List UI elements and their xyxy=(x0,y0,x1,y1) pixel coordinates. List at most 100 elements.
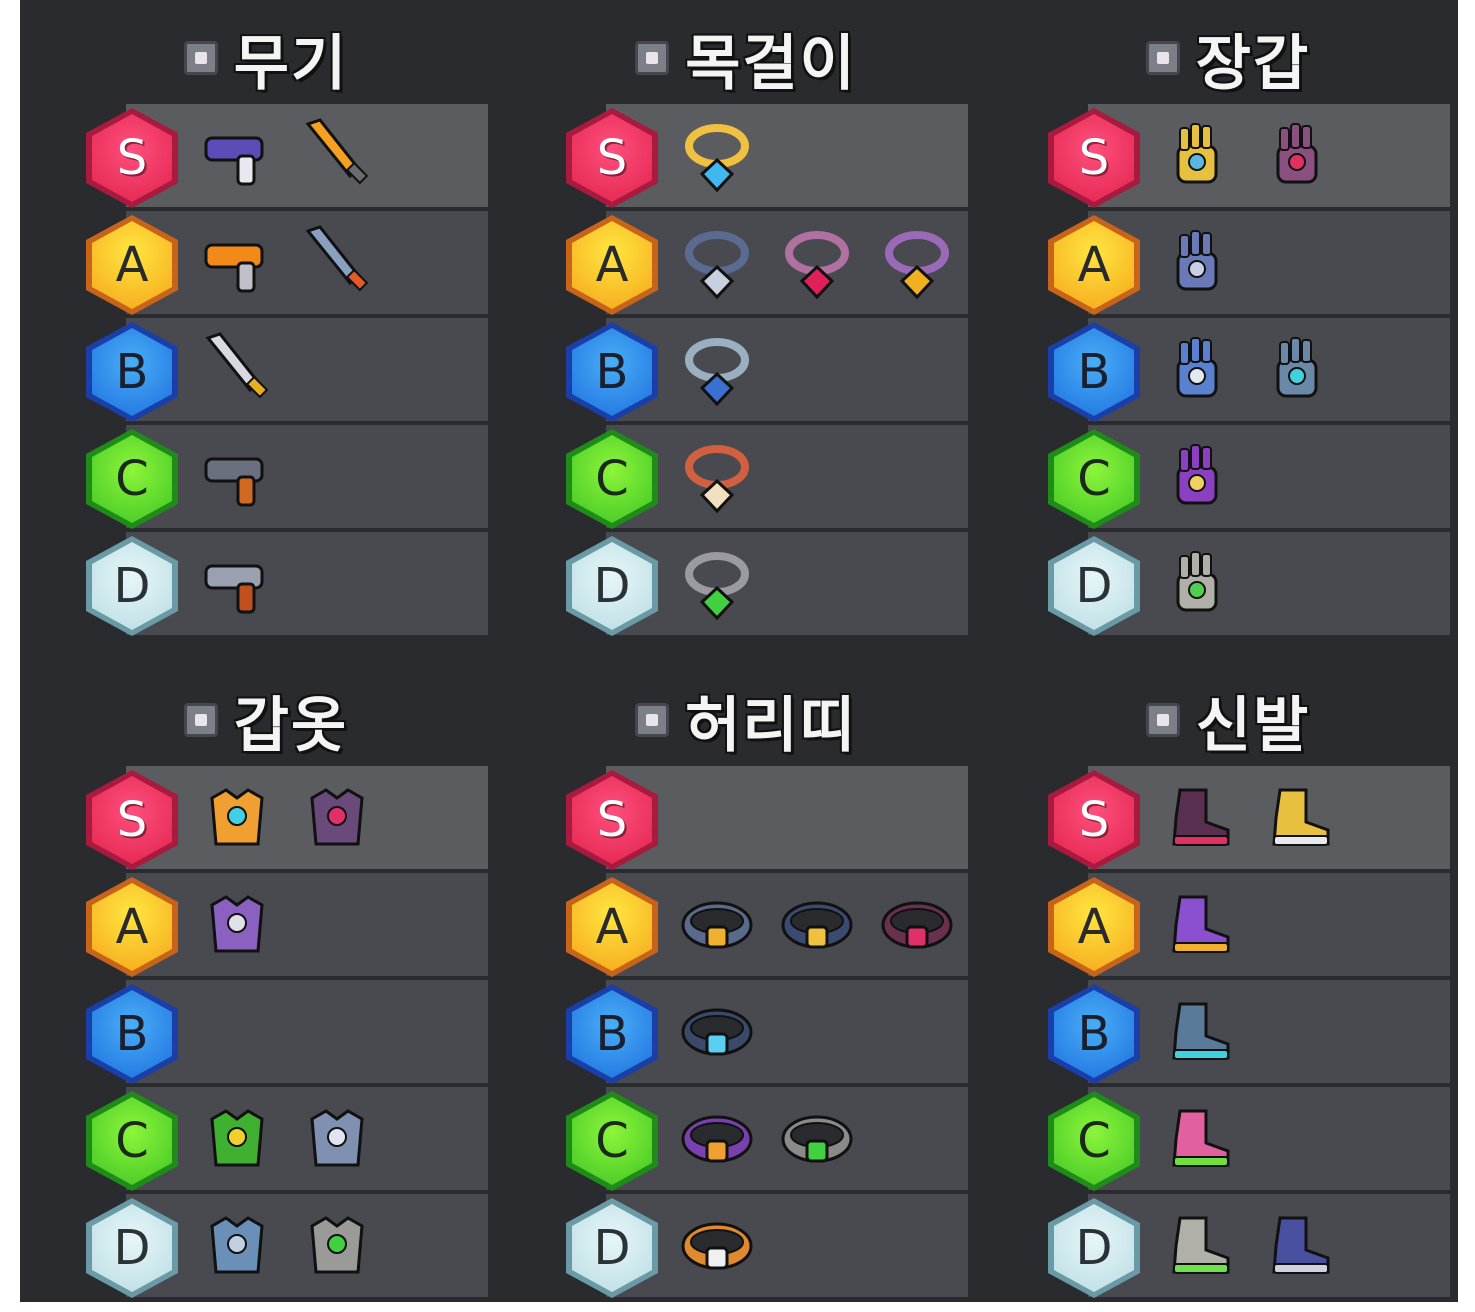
emerald-belt-icon[interactable] xyxy=(776,1097,858,1179)
tier-label: C xyxy=(1054,435,1134,523)
shield-pendant-icon[interactable] xyxy=(676,328,758,410)
kunai-icon[interactable] xyxy=(296,221,378,303)
ruby-gauntlet-icon xyxy=(1276,123,1318,184)
silver-armor-icon[interactable] xyxy=(296,1097,378,1179)
category-header: 장갑 xyxy=(1018,18,1438,99)
tier-bar xyxy=(1088,425,1450,528)
winged-belt-icon[interactable] xyxy=(676,883,758,965)
shield-pendant-icon xyxy=(685,338,749,407)
revolver-icon[interactable] xyxy=(196,542,278,624)
crystal-belt-icon[interactable] xyxy=(676,990,758,1072)
tier-items xyxy=(1158,542,1240,626)
tier-items xyxy=(196,221,378,305)
tier-items xyxy=(1158,1204,1340,1288)
tier-row-s: S xyxy=(536,766,968,870)
category-6: 신발 S A B C D xyxy=(1018,662,1450,1312)
emerald-chestplate-icon[interactable] xyxy=(296,1204,378,1286)
spiked-collar-icon[interactable] xyxy=(676,221,758,303)
tier-items xyxy=(676,542,758,626)
tier-label: C xyxy=(1054,1097,1134,1185)
ruby-gauntlet-icon[interactable] xyxy=(1258,114,1340,196)
silver-armor-icon xyxy=(310,1109,364,1167)
green-gem-glove-icon[interactable] xyxy=(1158,542,1240,624)
tier-bar xyxy=(606,532,968,635)
crystal-glove-icon[interactable] xyxy=(1258,328,1340,410)
tier-label: B xyxy=(92,328,172,416)
pulse-blaster-icon[interactable] xyxy=(196,114,278,196)
tier-bar xyxy=(606,766,968,869)
denim-vest-icon[interactable] xyxy=(196,1204,278,1286)
fang-necklace-icon[interactable] xyxy=(676,435,758,517)
tier-label: C xyxy=(92,435,172,523)
tier-label: D xyxy=(1054,542,1134,630)
dark-boots-icon xyxy=(1172,788,1230,846)
emerald-belt-icon xyxy=(781,1115,853,1163)
green-sneakers-icon[interactable] xyxy=(1158,1204,1240,1286)
cyber-boots-icon[interactable] xyxy=(1158,990,1240,1072)
category-title: 허리띠 xyxy=(685,690,857,761)
tier-label: D xyxy=(572,1204,652,1292)
purple-sneakers-icon[interactable] xyxy=(1158,883,1240,965)
flame-blade-icon[interactable] xyxy=(296,114,378,196)
tier-bar xyxy=(606,104,968,207)
golden-gauntlet-icon[interactable] xyxy=(1158,114,1240,196)
dark-boots-icon[interactable] xyxy=(1158,776,1240,858)
golden-gauntlet-icon xyxy=(1176,123,1218,184)
navy-boots-icon[interactable] xyxy=(1258,1204,1340,1286)
category-title: 목걸이 xyxy=(685,28,857,99)
star-pendant-icon xyxy=(685,124,749,193)
padlock-necklace-icon[interactable] xyxy=(876,221,958,303)
tier-bar xyxy=(126,532,488,635)
katana-icon xyxy=(205,332,269,399)
category-4: 갑옷 S A BC D xyxy=(56,662,488,1312)
tier-items xyxy=(676,435,758,519)
spiked-pink-boots-icon[interactable] xyxy=(1158,1097,1240,1179)
tier-row-d: D xyxy=(536,532,968,636)
tier-row-d: D xyxy=(56,532,488,636)
tier-bar xyxy=(126,980,488,1083)
tier-row-d: D xyxy=(1018,1194,1450,1298)
katana-icon[interactable] xyxy=(196,328,278,410)
purple-sneakers-icon xyxy=(1172,895,1230,953)
tier-label: A xyxy=(572,883,652,971)
tier-row-b: B xyxy=(536,980,968,1084)
chain-heart-necklace-icon[interactable] xyxy=(776,221,858,303)
shotgun-icon[interactable] xyxy=(196,435,278,517)
tier-row-a: A xyxy=(1018,873,1450,977)
ruby-belt-icon xyxy=(881,901,953,949)
category-5: 허리띠 S A B C D xyxy=(536,662,968,1312)
ruby-belt-icon[interactable] xyxy=(876,883,958,965)
star-belt-icon[interactable] xyxy=(776,883,858,965)
category-title: 갑옷 xyxy=(233,690,349,761)
flame-blade-icon xyxy=(305,118,369,185)
frost-claw-glove-icon[interactable] xyxy=(1158,328,1240,410)
leaf-armor-icon[interactable] xyxy=(196,1097,278,1179)
tier-row-a: A xyxy=(536,873,968,977)
purple-belt-icon[interactable] xyxy=(676,1097,758,1179)
tier-row-c: C xyxy=(1018,1087,1450,1191)
tier-items xyxy=(196,328,278,412)
cyber-boots-icon xyxy=(1172,1002,1230,1060)
tier-label: S xyxy=(572,776,652,864)
star-pendant-icon[interactable] xyxy=(676,114,758,196)
golden-sneakers-icon[interactable] xyxy=(1258,776,1340,858)
mech-armor-icon[interactable] xyxy=(196,776,278,858)
dark-plate-armor-icon[interactable] xyxy=(296,776,378,858)
tier-bar xyxy=(1088,1087,1450,1190)
trumpet-cannon-icon[interactable] xyxy=(196,221,278,303)
tier-bar xyxy=(606,1194,968,1297)
tier-bar xyxy=(1088,211,1450,314)
tier-row-b: B xyxy=(56,980,488,1084)
purple-claw-glove-icon[interactable] xyxy=(1158,435,1240,517)
spiked-collar-icon xyxy=(685,231,749,300)
armor-icon xyxy=(183,703,218,737)
skull-belt-icon[interactable] xyxy=(676,1204,758,1286)
emerald-pendant-icon[interactable] xyxy=(676,542,758,624)
purple-vest-icon[interactable] xyxy=(196,883,278,965)
category-title: 신발 xyxy=(1195,690,1311,761)
tier-row-a: A xyxy=(1018,211,1450,315)
steel-glove-icon[interactable] xyxy=(1158,221,1240,303)
tier-items xyxy=(676,114,758,198)
winged-belt-icon xyxy=(681,901,753,949)
tier-label: A xyxy=(1054,883,1134,971)
